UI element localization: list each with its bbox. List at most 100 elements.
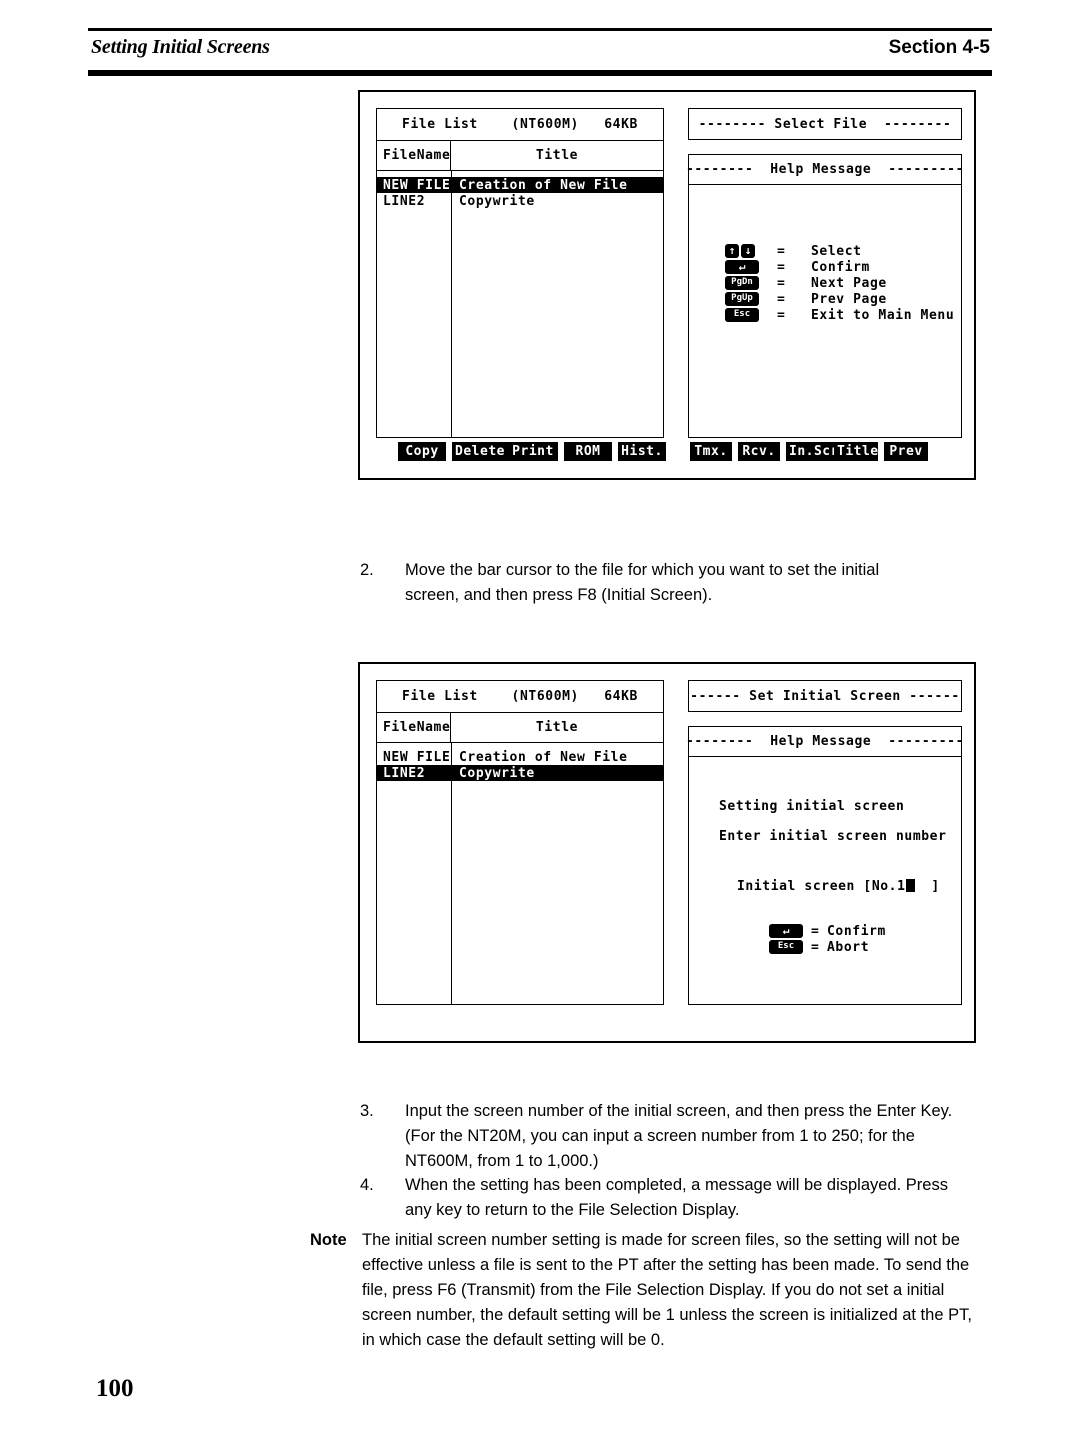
pgdn-key-icon: PgDn [725, 276, 759, 290]
help-message-box-1: -------- Help Message --------- ↑ ↓ = Se… [686, 154, 963, 438]
file-list-panel-1: File List (NT600M) 64KB FileName Title N… [376, 108, 664, 438]
enter-key-icon: ↵ [769, 924, 803, 938]
fkey-prev[interactable]: Prev [884, 442, 928, 461]
help-equals: = [777, 243, 786, 259]
step-3: 3. Input the screen number of the initia… [360, 1099, 985, 1174]
page-number: 100 [96, 1375, 134, 1402]
file-list-title-2: File List (NT600M) 64KB [377, 681, 663, 713]
help-row-prev-page: PgUp = Prev Page [725, 291, 961, 307]
file-list-panel-2: File List (NT600M) 64KB FileName Title N… [376, 680, 664, 1005]
help-equals: = [777, 291, 786, 307]
esc-key-icon: Esc [769, 940, 803, 954]
help-label: Confirm [811, 259, 870, 275]
step-2-text: Move the bar cursor to the file for whic… [405, 561, 880, 604]
row-title: Copywrite [459, 765, 535, 781]
step-2-number: 2. [360, 561, 374, 579]
key-group-arrows: ↑ ↓ [725, 244, 777, 258]
key-group-pgup: PgUp [725, 292, 777, 306]
page-running-header: Setting Initial Screens Section 4-5 [88, 28, 992, 76]
file-list-row-new-file[interactable]: NEW FILE Creation of New File [377, 177, 663, 193]
mode-banner-text-1: -------- Select File -------- [698, 116, 952, 132]
help-equals: = [811, 923, 820, 939]
function-key-bar-left-1: Copy Delete Print ROM Hist. [398, 442, 672, 461]
pgup-key-icon: PgUp [725, 292, 759, 306]
file-list-rows-2: NEW FILE Creation of New File LINE2 Copy… [377, 743, 663, 1004]
initial-screen-number-field[interactable]: Initial screen [No.1 ] [737, 879, 961, 894]
enter-key-icon: ↵ [725, 260, 759, 274]
text-cursor [905, 879, 915, 892]
header-section-number: Section 4-5 [888, 37, 990, 58]
step-2: 2. Move the bar cursor to the file for w… [360, 558, 930, 608]
file-list-divider-1 [451, 171, 452, 437]
file-list-row-line2[interactable]: LINE2 Copywrite [377, 193, 663, 209]
header-rule-bottom [88, 70, 992, 76]
help-row-next-page: PgDn = Next Page [725, 275, 961, 291]
help-equals: = [777, 275, 786, 291]
fkey-copy[interactable]: Copy [398, 442, 446, 461]
help-message-banner-2: -------- Help Message --------- [686, 727, 963, 757]
initial-screen-label-suffix: ] [914, 879, 940, 894]
mode-banner-text-2: ------ Set Initial Screen ------ [690, 688, 960, 704]
help-message-box-2: -------- Help Message --------- Setting … [686, 726, 963, 1005]
help-label: Confirm [827, 923, 886, 939]
terminal-screenshot-select-file: File List (NT600M) 64KB FileName Title N… [358, 90, 976, 480]
terminal-screenshot-set-initial-screen: File List (NT600M) 64KB FileName Title N… [358, 662, 976, 1043]
fkey-hist[interactable]: Hist. [618, 442, 666, 461]
help-label: Next Page [811, 275, 887, 291]
help-label: Prev Page [811, 291, 887, 307]
note-text: The initial screen number setting is mad… [362, 1231, 972, 1349]
key-group-enter: ↵ [725, 260, 777, 274]
step-4-text: When the setting has been completed, a m… [405, 1176, 948, 1219]
help-message-banner-1: -------- Help Message --------- [686, 155, 963, 185]
help-label: Select [811, 243, 862, 259]
file-list-row-new-file[interactable]: NEW FILE Creation of New File [377, 749, 663, 765]
arrow-up-icon: ↑ [725, 244, 739, 258]
help-equals: = [777, 259, 786, 275]
arrow-down-icon: ↓ [741, 244, 755, 258]
help-row-confirm: ↵ = Confirm [725, 259, 961, 275]
help-label: Exit to Main Menu [811, 307, 955, 323]
help-message-text-2: Setting initial screen Enter initial scr… [719, 799, 961, 844]
help-key-legend-2: ↵ = Confirm Esc = Abort [769, 923, 961, 955]
fkey-in-scr[interactable]: In.Scr [786, 442, 838, 461]
key-group-esc: Esc [725, 308, 777, 322]
row-filename: LINE2 [383, 765, 426, 781]
help-equals: = [811, 939, 820, 955]
key-group-esc: Esc [769, 940, 811, 954]
row-filename: NEW FILE [383, 177, 451, 193]
file-list-title-1: File List (NT600M) 64KB [377, 109, 663, 141]
file-list-divider-2 [451, 743, 452, 1004]
fkey-tmx[interactable]: Tmx. [690, 442, 732, 461]
fkey-rcv[interactable]: Rcv. [738, 442, 780, 461]
file-list-rows-1: NEW FILE Creation of New File LINE2 Copy… [377, 171, 663, 437]
row-filename: LINE2 [383, 193, 426, 209]
step-4: 4. When the setting has been completed, … [360, 1173, 970, 1223]
row-filename: NEW FILE [383, 749, 451, 765]
file-list-column-header-2: FileName Title [377, 713, 663, 743]
help-label: Abort [827, 939, 870, 955]
step-4-number: 4. [360, 1176, 374, 1194]
key-group-pgdn: PgDn [725, 276, 777, 290]
header-rule-top [88, 28, 992, 31]
help-row-confirm: ↵ = Confirm [769, 923, 961, 939]
column-header-filename-1: FileName [377, 141, 451, 170]
step-3-text: Input the screen number of the initial s… [405, 1102, 953, 1170]
help-row-abort: Esc = Abort [769, 939, 961, 955]
mode-banner-box-2: ------ Set Initial Screen ------ [688, 680, 962, 712]
fkey-print[interactable]: Print [508, 442, 558, 461]
initial-screen-label-prefix: Initial screen [No.1 [737, 879, 906, 894]
header-chapter-title: Setting Initial Screens [91, 36, 270, 58]
column-header-title-1: Title [535, 148, 579, 163]
fkey-title[interactable]: Title [834, 442, 878, 461]
row-title: Creation of New File [459, 177, 628, 193]
help-equals: = [777, 307, 786, 323]
fkey-rom[interactable]: ROM [564, 442, 612, 461]
file-list-row-line2[interactable]: LINE2 Copywrite [377, 765, 663, 781]
message-setting-initial-screen: Setting initial screen [719, 799, 905, 814]
column-header-filename-2: FileName [377, 713, 451, 742]
message-enter-screen-number: Enter initial screen number [719, 829, 947, 844]
row-title: Copywrite [459, 193, 535, 209]
mode-banner-box-1: -------- Select File -------- [688, 108, 962, 140]
file-list-column-header-1: FileName Title [377, 141, 663, 171]
fkey-delete[interactable]: Delete [452, 442, 508, 461]
